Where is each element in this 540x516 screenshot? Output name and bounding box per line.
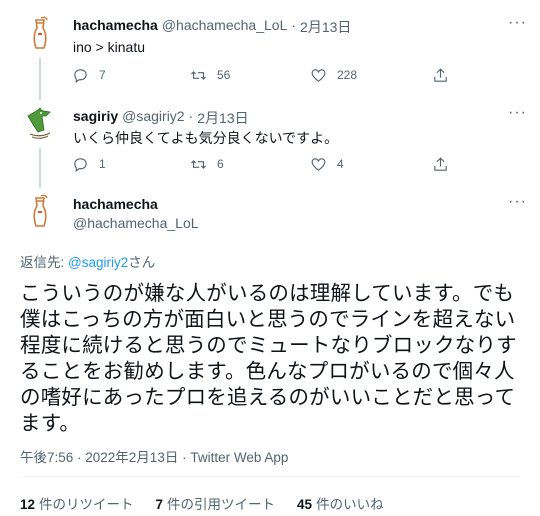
separator-dot: · [291,17,297,33]
divider [20,476,520,477]
avatar-sagiriy[interactable] [20,104,60,144]
bowling-pin-avatar-icon [20,192,60,232]
reply1-share-button[interactable] [432,65,459,85]
quote-stat[interactable]: 7 件の引用ツイート [156,493,276,513]
separator-dot: · [188,108,194,124]
avatar-hachamecha[interactable] [20,192,60,232]
retweet-stat-count: 12 [20,497,36,512]
reply2-author-name[interactable]: sagiriy [73,108,118,128]
more-options-icon[interactable]: ··· [508,14,527,32]
reply2-author-handle[interactable]: @sagiriy2 [122,108,184,128]
main-tweet-text: こういうのが嫌な人がいるのは理解しています。でも 僕はこっちの方が面白いと思うの… [20,282,517,435]
more-options-icon[interactable]: ··· [508,193,527,211]
bowling-pin-avatar-icon [20,14,60,54]
reply2-like-button[interactable]: 4 [310,154,344,174]
avatar-hachamecha[interactable] [20,14,60,54]
replying-to-link[interactable]: @sagiriy2 [68,255,128,270]
more-options-icon[interactable]: ··· [508,104,527,122]
like-stat[interactable]: 45 件のいいね [297,493,384,513]
reply1-date[interactable]: 2月13日 [300,17,351,37]
heart-icon [311,68,326,82]
like-stat-label: 件のいいね [316,497,384,512]
reply2-reply-count: 1 [99,157,106,171]
reply1-reply-count: 7 [99,68,106,82]
reply1-text: ino > kinatu [73,39,145,55]
reply1-retweet-button[interactable]: 56 [190,65,230,85]
main-author-name[interactable]: hachamecha [73,196,158,212]
reply1-like-button[interactable]: 228 [310,65,357,85]
reply2-retweet-count: 6 [217,157,224,171]
quote-stat-count: 7 [155,497,164,512]
main-author-handle[interactable]: @hachamecha_LoL [73,215,199,231]
reply1-author-handle[interactable]: @hachamecha_LoL [162,17,288,37]
thread-line [39,58,41,100]
reply2-retweet-button[interactable]: 6 [190,154,224,174]
reply2-like-count: 4 [337,157,344,171]
tweet-timestamp[interactable]: 午後7:56 · 2022年2月13日 · Twitter Web App [20,446,288,466]
replying-to-suffix: さん [128,255,156,270]
crocodile-avatar-icon [20,104,60,144]
reply1-like-count: 228 [337,68,358,82]
share-icon [434,156,447,171]
quote-stat-label: 件の引用ツイート [167,497,276,512]
reply1-retweet-count: 56 [217,68,231,82]
reply1-reply-button[interactable]: 7 [72,65,106,85]
retweet-stat-label: 件のリツイート [39,497,134,512]
thread-line [39,148,41,188]
retweet-icon [191,70,206,80]
reply2-text: いくら仲良くてよも気分良くないですよ。 [73,130,339,146]
reply1-author-name[interactable]: hachamecha [73,17,158,37]
replying-to-prefix: 返信先: [20,255,69,270]
reply2-reply-button[interactable]: 1 [72,154,106,174]
like-stat-count: 45 [297,497,313,512]
heart-icon [311,157,326,171]
retweet-stat[interactable]: 12 件のリツイート [20,493,134,513]
reply-icon [74,68,87,83]
replying-to: 返信先: @sagiriy2さん [20,251,155,271]
reply-icon [74,157,87,172]
reply2-date[interactable]: 2月13日 [197,108,248,128]
retweet-icon [191,159,206,169]
share-icon [434,67,447,82]
reply2-share-button[interactable] [432,154,459,174]
